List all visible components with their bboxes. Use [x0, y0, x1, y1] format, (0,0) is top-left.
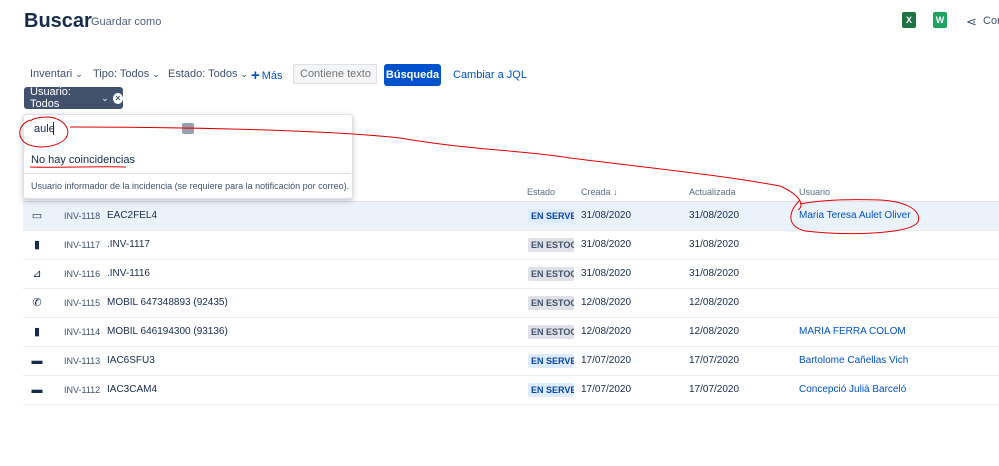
status-badge: EN SERVEI	[528, 383, 574, 397]
user-filter-chip[interactable]: Usuario: Todos ⌄ ×	[24, 86, 123, 110]
plus-icon: +	[251, 67, 260, 84]
share-icon[interactable]: ⋖	[966, 14, 977, 30]
status-badge: EN ESTOC	[528, 325, 574, 339]
column-creada[interactable]: Creada ↓	[581, 187, 618, 197]
status-badge: EN ESTOC	[528, 238, 574, 252]
status-badge: EN SERVEI	[528, 354, 574, 368]
mobile-icon: ▮	[33, 326, 41, 338]
table-row[interactable]: ⊿ INV-1116 .INV-1116 EN ESTOC 31/08/2020 31/0…	[23, 260, 999, 289]
keyboard-icon	[182, 123, 194, 134]
column-estado[interactable]: Estado	[527, 187, 555, 197]
chevron-down-icon: ⌄	[101, 92, 109, 103]
filter-tipo[interactable]: Tipo: Todos ⌄	[93, 68, 160, 80]
user-chip-label: Usuario: Todos	[30, 86, 71, 110]
created-date: 31/08/2020	[581, 268, 632, 279]
chevron-down-icon: ⌄	[240, 69, 249, 79]
issue-summary[interactable]: MOBIL 647348893 (92435)	[107, 297, 228, 308]
issue-summary[interactable]: IAC3CAM4	[107, 384, 157, 395]
page-title: Buscar	[24, 10, 92, 32]
table-row[interactable]: ▮ INV-1114 MOBIL 646194300 (93136) EN ESTOC…	[23, 318, 999, 347]
more-filters-button[interactable]: + Más	[251, 67, 283, 84]
user-field-hint: Usuario informador de la incidencia (se …	[31, 181, 350, 191]
filter-inventari[interactable]: Inventari ⌄	[30, 68, 83, 80]
column-usuario[interactable]: Usuario	[799, 187, 830, 197]
more-label: Más	[261, 70, 283, 82]
updated-date: 12/08/2020	[689, 297, 740, 308]
issue-key[interactable]: INV-1113	[64, 356, 100, 366]
table-row[interactable]: ▭ INV-1118 EAC2FEL4 EN SERVEI 31/08/2020 31/0…	[23, 202, 999, 231]
updated-date: 31/08/2020	[689, 239, 740, 250]
table-row[interactable]: ✆ INV-1115 MOBIL 647348893 (92435) EN ESTOC…	[23, 289, 999, 318]
user-search-input[interactable]: aule	[34, 123, 55, 135]
text-cursor	[53, 122, 54, 135]
sort-down-icon: ↓	[613, 187, 618, 197]
search-button[interactable]: Búsqueda	[384, 64, 441, 86]
created-date: 31/08/2020	[581, 239, 632, 250]
chevron-down-icon: ⌄	[75, 69, 83, 79]
user-link[interactable]: MARIA FERRA COLOM	[799, 326, 906, 337]
created-date: 17/07/2020	[581, 355, 632, 366]
column-actualizada[interactable]: Actualizada	[689, 187, 736, 197]
user-link[interactable]: Bartolome Cañellas Vich	[799, 355, 908, 366]
table-row[interactable]: ▮ INV-1117 .INV-1117 EN ESTOC 31/08/2020 31/0…	[23, 231, 999, 260]
updated-date: 31/08/2020	[689, 210, 740, 221]
share-button-label[interactable]: Cor	[983, 15, 999, 27]
created-date: 17/07/2020	[581, 384, 632, 395]
status-badge: EN SERVEI	[528, 209, 574, 223]
laptop-icon: ⊿	[32, 268, 42, 280]
created-date: 12/08/2020	[581, 326, 632, 337]
printer-icon: ▬	[31, 384, 43, 396]
status-badge: EN ESTOC	[528, 267, 574, 281]
mobile-icon: ▮	[33, 239, 41, 251]
excel-export-icon[interactable]: X	[902, 12, 916, 28]
issue-key[interactable]: INV-1112	[64, 385, 100, 395]
issue-summary[interactable]: IAC6SFU3	[107, 355, 155, 366]
table-row[interactable]: ▬ INV-1112 IAC3CAM4 EN SERVEI 17/07/2020 17/0…	[23, 376, 999, 405]
chevron-down-icon: ⌄	[152, 69, 160, 79]
issue-summary[interactable]: .INV-1116	[107, 268, 150, 279]
column-creada-label: Creada	[581, 187, 611, 197]
filter-estado-label: Estado: Todos	[168, 68, 238, 80]
filter-inventari-label: Inventari	[30, 68, 73, 80]
clear-filter-icon[interactable]: ×	[112, 92, 123, 104]
user-link[interactable]: Maria Teresa Aulet Oliver	[799, 210, 911, 221]
updated-date: 31/08/2020	[689, 268, 740, 279]
sheets-export-icon[interactable]: W	[933, 12, 947, 28]
issue-key[interactable]: INV-1114	[64, 327, 100, 337]
text-search-input[interactable]	[293, 64, 377, 84]
issue-summary[interactable]: EAC2FEL4	[107, 210, 157, 221]
popup-divider	[24, 173, 351, 174]
issue-key[interactable]: INV-1118	[64, 211, 100, 221]
issue-key[interactable]: INV-1117	[64, 240, 100, 250]
monitor-icon: ▭	[31, 210, 43, 222]
filter-estado[interactable]: Estado: Todos ⌄	[168, 68, 248, 80]
issue-summary[interactable]: .INV-1117	[107, 239, 150, 250]
switch-to-jql-link[interactable]: Cambiar a JQL	[453, 69, 527, 81]
created-date: 12/08/2020	[581, 297, 632, 308]
updated-date: 17/07/2020	[689, 355, 740, 366]
save-as-link[interactable]: Guardar como	[91, 16, 161, 28]
no-matches-message: No hay coincidencias	[31, 154, 135, 166]
table-row[interactable]: ▬ INV-1113 IAC6SFU3 EN SERVEI 17/07/2020 17/0…	[23, 347, 999, 376]
filter-tipo-label: Tipo: Todos	[93, 68, 150, 80]
user-link[interactable]: Concepció Julià Barceló	[799, 384, 906, 395]
printer-icon: ▬	[31, 355, 43, 367]
phone-icon: ✆	[32, 297, 42, 309]
issue-key[interactable]: INV-1116	[64, 269, 100, 279]
updated-date: 17/07/2020	[689, 384, 740, 395]
created-date: 31/08/2020	[581, 210, 632, 221]
issue-key[interactable]: INV-1115	[64, 298, 100, 308]
issue-summary[interactable]: MOBIL 646194300 (93136)	[107, 326, 228, 337]
updated-date: 12/08/2020	[689, 326, 740, 337]
status-badge: EN ESTOC	[528, 296, 574, 310]
